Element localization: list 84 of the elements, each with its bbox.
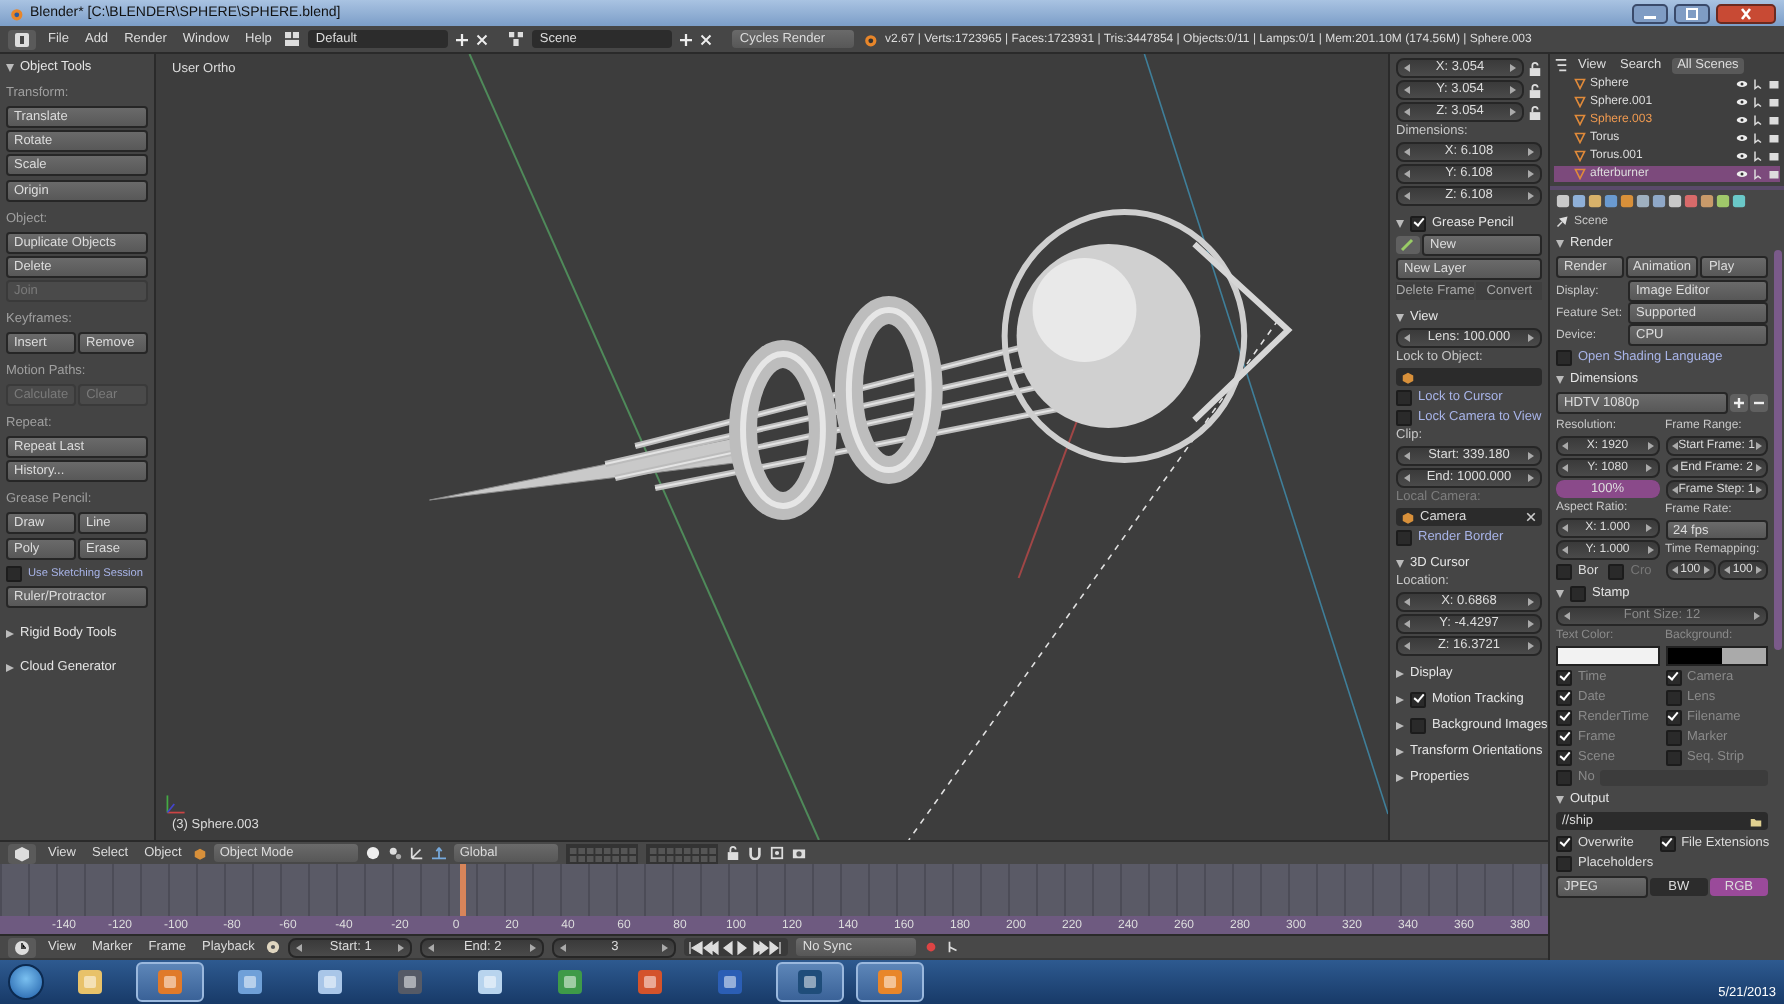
editor-type-button[interactable] [8, 843, 36, 863]
expand-arrow-icon[interactable] [1556, 239, 1564, 247]
playback-controls[interactable] [684, 938, 789, 956]
expand-arrow-icon[interactable] [1396, 773, 1404, 781]
minimize-button[interactable] [1632, 3, 1668, 23]
blender-logo-icon [861, 31, 878, 47]
checkbox[interactable] [1556, 563, 1572, 579]
cube-icon [193, 847, 206, 859]
checkbox[interactable] [1410, 717, 1426, 733]
checkbox[interactable] [1396, 529, 1412, 545]
checkbox[interactable] [1665, 709, 1681, 725]
pin-icon[interactable] [1556, 215, 1568, 227]
maximize-button[interactable] [1674, 3, 1710, 23]
eye-icon[interactable] [1736, 132, 1748, 144]
checkbox[interactable] [1665, 749, 1681, 765]
screen-layout-icon[interactable] [283, 32, 300, 46]
eye-icon[interactable] [1736, 114, 1748, 126]
checkbox[interactable] [1556, 709, 1572, 725]
expand-arrow-icon[interactable] [1396, 559, 1404, 567]
checkbox[interactable] [1396, 389, 1412, 405]
lock-icon[interactable] [1528, 83, 1542, 97]
eye-icon[interactable] [1736, 168, 1748, 180]
checkbox[interactable] [6, 565, 22, 581]
render-icon[interactable] [791, 846, 806, 860]
editor-type-button[interactable] [8, 937, 36, 957]
magnet-icon[interactable] [747, 846, 762, 860]
close-icon[interactable] [475, 33, 488, 45]
lock-icon[interactable] [725, 846, 740, 860]
note-field[interactable] [1600, 769, 1768, 785]
checkbox[interactable] [1665, 689, 1681, 705]
expand-arrow-icon[interactable] [6, 663, 14, 671]
expand-arrow-icon[interactable] [6, 629, 14, 637]
close-button[interactable] [1716, 3, 1776, 23]
expand-arrow-icon[interactable] [6, 63, 14, 71]
expand-arrow-icon[interactable] [1396, 669, 1404, 677]
checkbox[interactable] [1659, 835, 1676, 851]
lock-icon[interactable] [1528, 105, 1542, 119]
checkbox[interactable] [1556, 669, 1572, 685]
object-field[interactable] [1396, 368, 1542, 386]
editor-type-button[interactable] [8, 29, 36, 49]
blender-logo-icon [8, 5, 24, 21]
eye-icon[interactable] [1736, 78, 1748, 90]
expand-arrow-icon[interactable] [1556, 795, 1564, 803]
background-color-swatch[interactable] [1665, 646, 1768, 666]
start-button[interactable] [8, 964, 44, 1000]
pencil-dropdown[interactable] [1396, 236, 1420, 254]
axes-icon [164, 792, 188, 816]
expand-arrow-icon[interactable] [1396, 747, 1404, 755]
checkbox[interactable] [1396, 409, 1412, 425]
pivot-icon[interactable] [387, 846, 402, 860]
add-button[interactable] [1730, 394, 1748, 412]
cube-icon [1402, 371, 1414, 383]
expand-arrow-icon[interactable] [1556, 375, 1564, 383]
add-icon[interactable] [455, 33, 468, 45]
preview-range-icon[interactable] [266, 940, 281, 954]
checkbox[interactable] [1556, 689, 1572, 705]
eye-icon[interactable] [1736, 150, 1748, 162]
lock-icon[interactable] [1528, 61, 1542, 75]
checkbox[interactable] [1665, 669, 1681, 685]
checkbox[interactable] [1556, 749, 1572, 765]
manipulator-icon[interactable] [409, 846, 424, 860]
checkbox[interactable] [1410, 215, 1426, 231]
transform-axes-icon[interactable] [431, 846, 446, 860]
clear-icon[interactable] [1526, 512, 1536, 522]
scene-icon[interactable] [507, 32, 524, 46]
eye-icon[interactable] [1736, 96, 1748, 108]
close-icon[interactable] [699, 33, 712, 45]
checkbox[interactable] [1665, 729, 1681, 745]
shading-icon[interactable] [365, 846, 380, 860]
checkbox[interactable] [1556, 835, 1572, 851]
snap-icon[interactable] [769, 846, 784, 860]
checkbox[interactable] [1556, 769, 1572, 785]
checkbox[interactable] [1556, 349, 1572, 365]
remove-button[interactable] [1750, 394, 1768, 412]
display-mode-icon[interactable] [1554, 58, 1568, 72]
checkbox[interactable] [1556, 729, 1572, 745]
checkbox[interactable] [1410, 691, 1426, 707]
checkbox[interactable] [1556, 855, 1572, 871]
keying-icon[interactable] [946, 940, 961, 954]
text-color-swatch[interactable] [1556, 646, 1659, 666]
scrollbar[interactable] [1774, 250, 1782, 650]
add-icon[interactable] [679, 33, 692, 45]
checkbox[interactable] [1570, 585, 1586, 601]
cube-icon [1402, 511, 1414, 523]
